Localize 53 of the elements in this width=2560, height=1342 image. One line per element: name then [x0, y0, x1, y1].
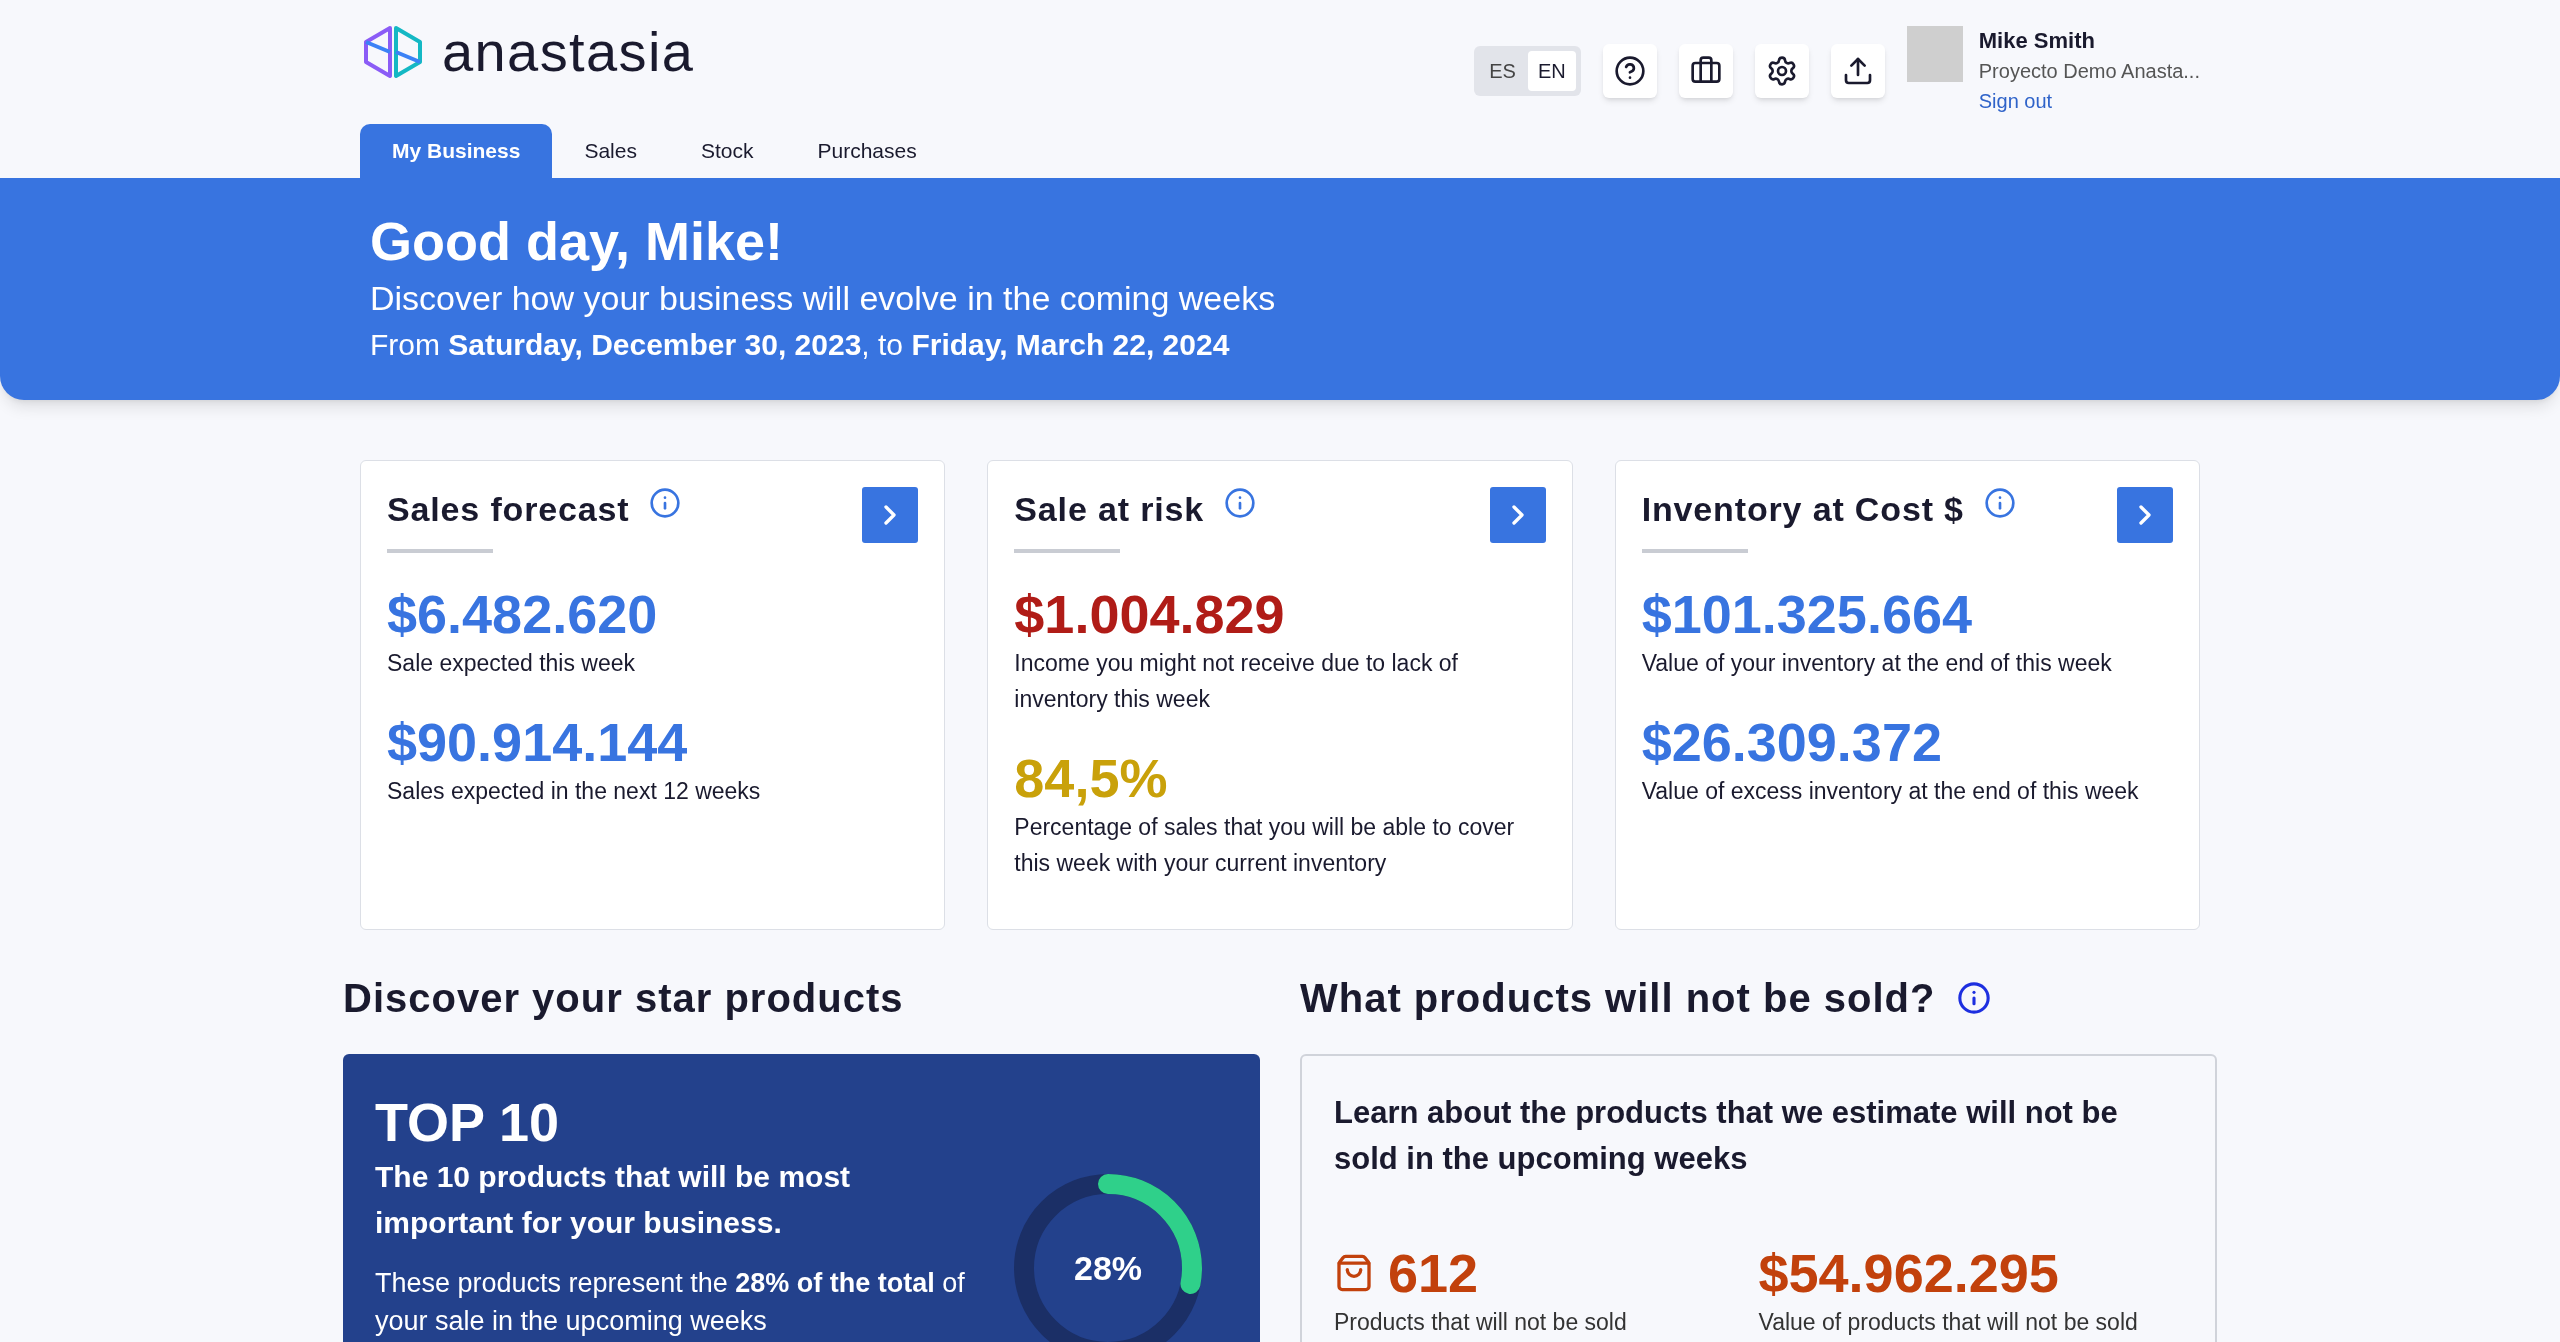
language-option[interactable]: EN: [1527, 51, 1576, 91]
banner-subtitle: Discover how your business will evolve in the coming weeks: [370, 278, 1277, 319]
stat-caption: Value of products that will not be sold: [1758, 1308, 2139, 1337]
sign-out-link[interactable]: Sign out: [1978, 86, 2200, 116]
card-title: Inventory at Cost $: [1641, 489, 1964, 530]
metric-caption: Income you might not receive due to lack of inventory this week: [1014, 649, 1459, 714]
info-icon: [1957, 981, 1992, 1015]
card-title: TOP 10: [375, 1091, 561, 1154]
section-heading: What products will not be sold?: [1300, 975, 1936, 1022]
card-subtitle: The 10 products that will be most important for your business.: [375, 1159, 852, 1241]
greeting: Good day, Mike!: [370, 210, 785, 273]
nav-tab[interactable]: Stock: [668, 124, 786, 178]
nav-tab[interactable]: Purchases: [785, 124, 949, 178]
nav-tab[interactable]: Sales: [552, 124, 669, 178]
shopping-bag-icon: [1334, 1253, 1374, 1293]
metric-value: $101.325.664: [1641, 583, 1973, 645]
metric-caption: Sale expected this week: [387, 649, 637, 678]
nav-tab[interactable]: My Business: [360, 124, 553, 178]
metric-value: $90.914.144: [387, 711, 689, 773]
card-intro: Learn about the products that we estimate will not be sold in the upcoming weeks: [1334, 1094, 2119, 1178]
open-button[interactable]: [862, 487, 919, 543]
metric-caption: Value of excess inventory at the end of this week: [1641, 777, 2140, 806]
percentage-label: 28%: [1073, 1251, 1143, 1285]
avatar: [1906, 26, 1963, 82]
stat-value: $54.962.295: [1758, 1242, 2059, 1304]
stat-value: 612: [1388, 1242, 1479, 1304]
briefcase-button[interactable]: [1678, 44, 1733, 98]
card-description: These products represent the 28% of the total of your sale in the upcoming weeks: [375, 1267, 965, 1338]
help-icon: [1613, 55, 1646, 87]
stat-caption: Products that will not be sold: [1334, 1308, 1628, 1337]
settings-button[interactable]: [1754, 44, 1809, 98]
metric-value: $1.004.829: [1014, 583, 1286, 645]
info-icon: [1224, 487, 1257, 519]
language-option[interactable]: ES: [1479, 51, 1526, 91]
metric-value: 84,5%: [1014, 747, 1169, 809]
metric-value: $6.482.620: [387, 583, 659, 645]
card-title: Sale at risk: [1014, 489, 1205, 530]
brand-name: anastasia: [442, 24, 695, 80]
metric-value: $26.309.372: [1641, 711, 1943, 773]
date-range: From Saturday, December 30, 2023, to Friday, March 22, 2024: [370, 327, 1231, 363]
user-name: Mike Smith: [1978, 27, 2096, 55]
section-heading: Discover your star products: [343, 975, 905, 1022]
metric-caption: Value of your inventory at the end of this week: [1641, 649, 2113, 678]
open-button[interactable]: [2117, 487, 2173, 543]
card-title: Sales forecast: [387, 489, 630, 530]
info-icon: [649, 487, 682, 519]
help-button[interactable]: [1602, 44, 1657, 98]
open-button[interactable]: [1489, 487, 1546, 543]
metric-caption: Sales expected in the next 12 weeks: [387, 777, 762, 806]
project-name: Proyecto Demo Anasta...: [1978, 59, 2200, 84]
metric-caption: Percentage of sales that you will be able to cover this week with your current inventory: [1014, 813, 1516, 878]
upload-button[interactable]: [1830, 44, 1885, 98]
info-icon: [1983, 487, 2016, 519]
